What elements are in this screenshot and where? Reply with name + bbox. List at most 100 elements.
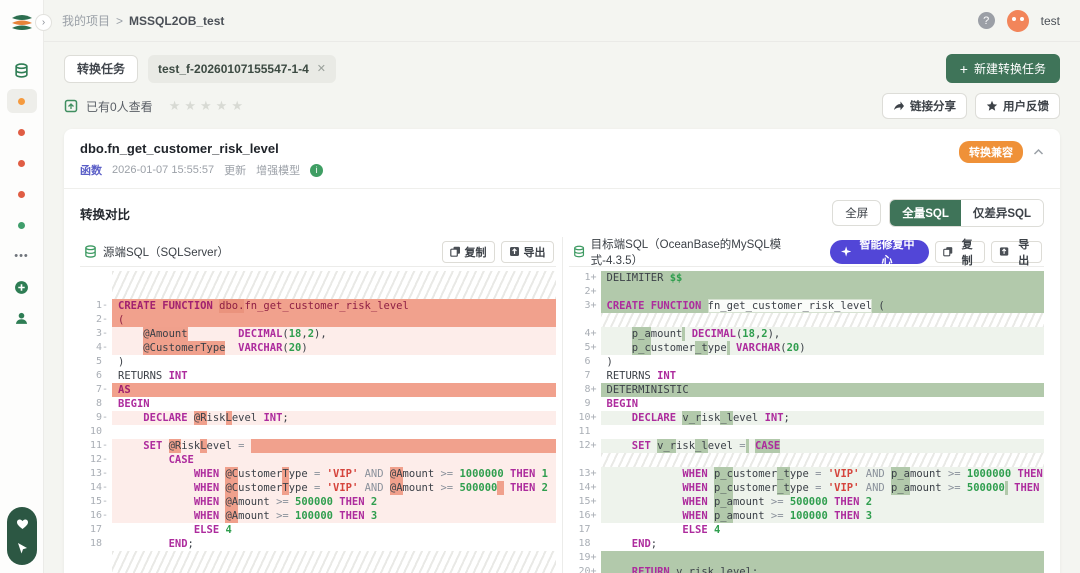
- rating-star-icon[interactable]: ★: [184, 98, 196, 114]
- sidebar-item-task-1[interactable]: [7, 120, 37, 144]
- line-number: 17: [569, 523, 601, 537]
- task-tab[interactable]: test_f-20260107155547-1-4 ✕: [148, 55, 336, 83]
- code-line: 16- WHEN @Amount >= 100000 THEN 3: [80, 509, 556, 523]
- code-line: 16+ WHEN p_amount >= 100000 THEN 3: [569, 509, 1045, 523]
- line-number: 11-: [80, 439, 112, 453]
- code-line: 5 ): [80, 355, 556, 369]
- sidebar-item-task-4[interactable]: [7, 213, 37, 237]
- status-badge: 转换兼容: [959, 141, 1023, 163]
- updated-time: 2026-01-07 15:55:57: [112, 164, 214, 176]
- new-task-button[interactable]: + 新建转换任务: [946, 54, 1060, 83]
- export-target-button[interactable]: 导出: [991, 241, 1042, 263]
- source-panel-title: 源端SQL（SQLServer）: [103, 244, 229, 260]
- code-line: 8+DETERMINISTIC: [569, 383, 1045, 397]
- code-line: 2-(: [80, 313, 556, 327]
- line-number: 1+: [569, 271, 601, 285]
- line-number: 13+: [569, 467, 601, 481]
- sidebar-collapse-button[interactable]: ›: [35, 14, 52, 31]
- share-link-button[interactable]: 链接分享: [882, 93, 967, 119]
- database-icon: [573, 245, 585, 258]
- code-line: 3+CREATE FUNCTION fn_get_customer_risk_l…: [569, 299, 1045, 313]
- fullscreen-button[interactable]: 全屏: [832, 200, 881, 226]
- code-line: 9- DECLARE @RiskLevel INT;: [80, 411, 556, 425]
- source-code-area: 1-CREATE FUNCTION dbo.fn_get_customer_ri…: [80, 271, 556, 573]
- source-sql-panel: 源端SQL（SQLServer） 复制 导出 1-CREATE FUNCTION…: [80, 237, 556, 573]
- code-line: 17 ELSE 4: [80, 523, 556, 537]
- code-line: 3- @Amount DECIMAL(18,2),: [80, 327, 556, 341]
- target-code-area: 1+DELIMITER $$2+3+CREATE FUNCTION fn_get…: [569, 271, 1045, 573]
- line-number: 7-: [80, 383, 112, 397]
- rating-star-icon[interactable]: ★: [200, 98, 212, 114]
- cursor-tool-icon[interactable]: [15, 541, 29, 555]
- code-line: 4- @CustomerType VARCHAR(20): [80, 341, 556, 355]
- rating-stars[interactable]: ★★★★★: [169, 98, 243, 114]
- app-logo-icon[interactable]: [8, 10, 36, 36]
- share-actions: 链接分享 用户反馈: [882, 93, 1060, 119]
- code-line: 18 END;: [569, 537, 1045, 551]
- line-number: 12-: [80, 453, 112, 467]
- copy-icon: [943, 246, 953, 257]
- sidebar-item-more[interactable]: •••: [7, 244, 37, 268]
- line-number: 6: [80, 369, 112, 383]
- new-task-label: 新建转换任务: [974, 60, 1046, 77]
- sql-diff-view: 源端SQL（SQLServer） 复制 导出 1-CREATE FUNCTION…: [80, 237, 1044, 573]
- line-number: 9-: [80, 411, 112, 425]
- feedback-heart-icon[interactable]: [15, 517, 29, 531]
- line-number: 8+: [569, 383, 601, 397]
- sidebar-item-current-task[interactable]: [7, 89, 37, 113]
- task-type-button[interactable]: 转换任务: [64, 55, 138, 83]
- close-icon[interactable]: ✕: [317, 62, 326, 75]
- username: test: [1041, 14, 1060, 28]
- line-number: 20+: [569, 565, 601, 573]
- chevron-up-icon[interactable]: [1033, 148, 1044, 156]
- code-line: 7 RETURNS INT: [569, 369, 1045, 383]
- sidebar-item-add[interactable]: [7, 275, 37, 299]
- source-panel-header: 源端SQL（SQLServer） 复制 导出: [80, 237, 556, 267]
- line-number: 16+: [569, 509, 601, 523]
- task-tab-label: test_f-20260107155547-1-4: [158, 62, 309, 76]
- smart-repair-button[interactable]: 智能修复中心: [830, 240, 929, 264]
- line-number: 18: [569, 537, 601, 551]
- copy-label: 复制: [465, 244, 487, 260]
- object-type-tag: 函数: [80, 162, 102, 178]
- diff-only-sql-tab[interactable]: 仅差异SQL: [961, 200, 1043, 226]
- line-number: 2-: [80, 313, 112, 327]
- sidebar-item-profile[interactable]: [7, 306, 37, 330]
- code-line: 14- WHEN @CustomerType = 'VIP' AND @Amou…: [80, 481, 556, 495]
- full-sql-tab[interactable]: 全量SQL: [890, 200, 961, 226]
- rating-star-icon[interactable]: ★: [216, 98, 228, 114]
- breadcrumb: 我的项目 > MSSQL2OB_test: [62, 12, 224, 29]
- export-label: 导出: [1014, 236, 1034, 268]
- line-number: 3-: [80, 327, 112, 341]
- code-line: 10+ DECLARE v_risk_level INT;: [569, 411, 1045, 425]
- breadcrumb-separator: >: [116, 14, 123, 28]
- view-stats-row: 已有0人查看 ★★★★★ 链接分享 用户反馈: [44, 91, 1080, 129]
- share-icon: [893, 100, 905, 112]
- line-number: 13-: [80, 467, 112, 481]
- line-number: 19+: [569, 551, 601, 565]
- divider: [64, 188, 1060, 189]
- avatar[interactable]: [1007, 10, 1029, 32]
- export-icon: [999, 246, 1009, 257]
- line-number: 9: [569, 397, 601, 411]
- code-line: 11- SET @RiskLevel =: [80, 439, 556, 453]
- help-icon[interactable]: ?: [978, 12, 995, 29]
- code-line: 10: [80, 425, 556, 439]
- code-line: 7-AS: [80, 383, 556, 397]
- sidebar-item-task-2[interactable]: [7, 151, 37, 175]
- code-line: 9 BEGIN: [569, 397, 1045, 411]
- feedback-button[interactable]: 用户反馈: [975, 93, 1060, 119]
- copy-source-button[interactable]: 复制: [442, 241, 495, 263]
- export-source-button[interactable]: 导出: [501, 241, 554, 263]
- code-line: 2+: [569, 285, 1045, 299]
- rating-star-icon[interactable]: ★: [169, 98, 181, 114]
- code-line: 6 ): [569, 355, 1045, 369]
- copy-target-button[interactable]: 复制: [935, 241, 986, 263]
- sidebar-item-database[interactable]: [7, 58, 37, 82]
- line-number: 6: [569, 355, 601, 369]
- panel-divider: [562, 237, 563, 573]
- rating-star-icon[interactable]: ★: [231, 98, 243, 114]
- breadcrumb-root[interactable]: 我的项目: [62, 12, 110, 29]
- sidebar-item-task-3[interactable]: [7, 182, 37, 206]
- info-icon[interactable]: i: [310, 164, 323, 177]
